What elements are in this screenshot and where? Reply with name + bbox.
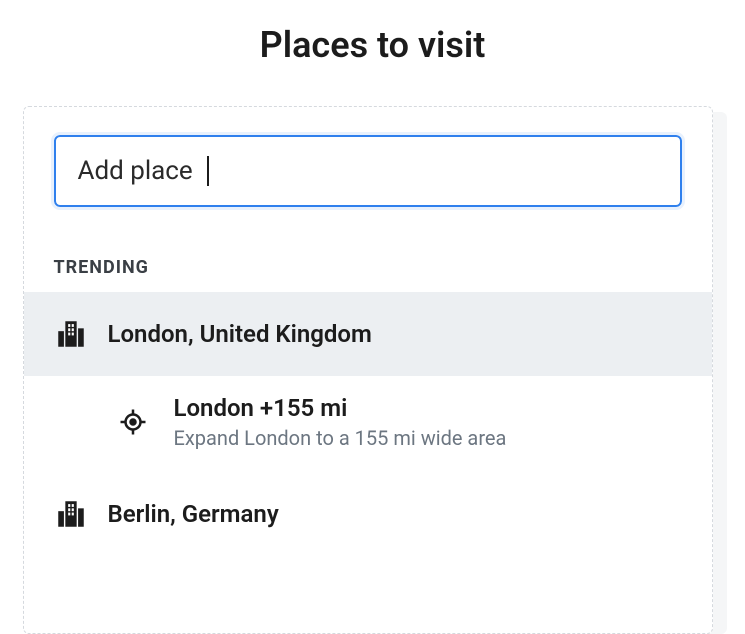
suggestion-row-berlin[interactable]: Berlin, Germany — [24, 472, 712, 556]
suggestion-label: London, United Kingdom — [108, 320, 682, 348]
suggestion-row-london[interactable]: London, United Kingdom — [24, 292, 712, 376]
suggestion-label: Berlin, Germany — [108, 500, 682, 528]
text-cursor — [207, 156, 209, 186]
expand-area-row[interactable]: London +155 mi Expand London to a 155 mi… — [24, 376, 712, 472]
page-title: Places to visit — [260, 24, 486, 66]
target-icon — [118, 407, 148, 437]
suggestion-list: London, United Kingdom — [24, 292, 712, 556]
city-icon — [54, 317, 88, 351]
city-icon — [54, 497, 88, 531]
expand-title: London +155 mi — [174, 394, 507, 422]
expand-subtitle: Expand London to a 155 mi wide area — [174, 426, 507, 450]
add-place-input[interactable]: Add place — [54, 135, 682, 207]
input-placeholder: Add place — [78, 156, 193, 186]
trending-label: TRENDING — [54, 257, 712, 278]
places-panel: Add place TRENDING — [23, 106, 713, 634]
